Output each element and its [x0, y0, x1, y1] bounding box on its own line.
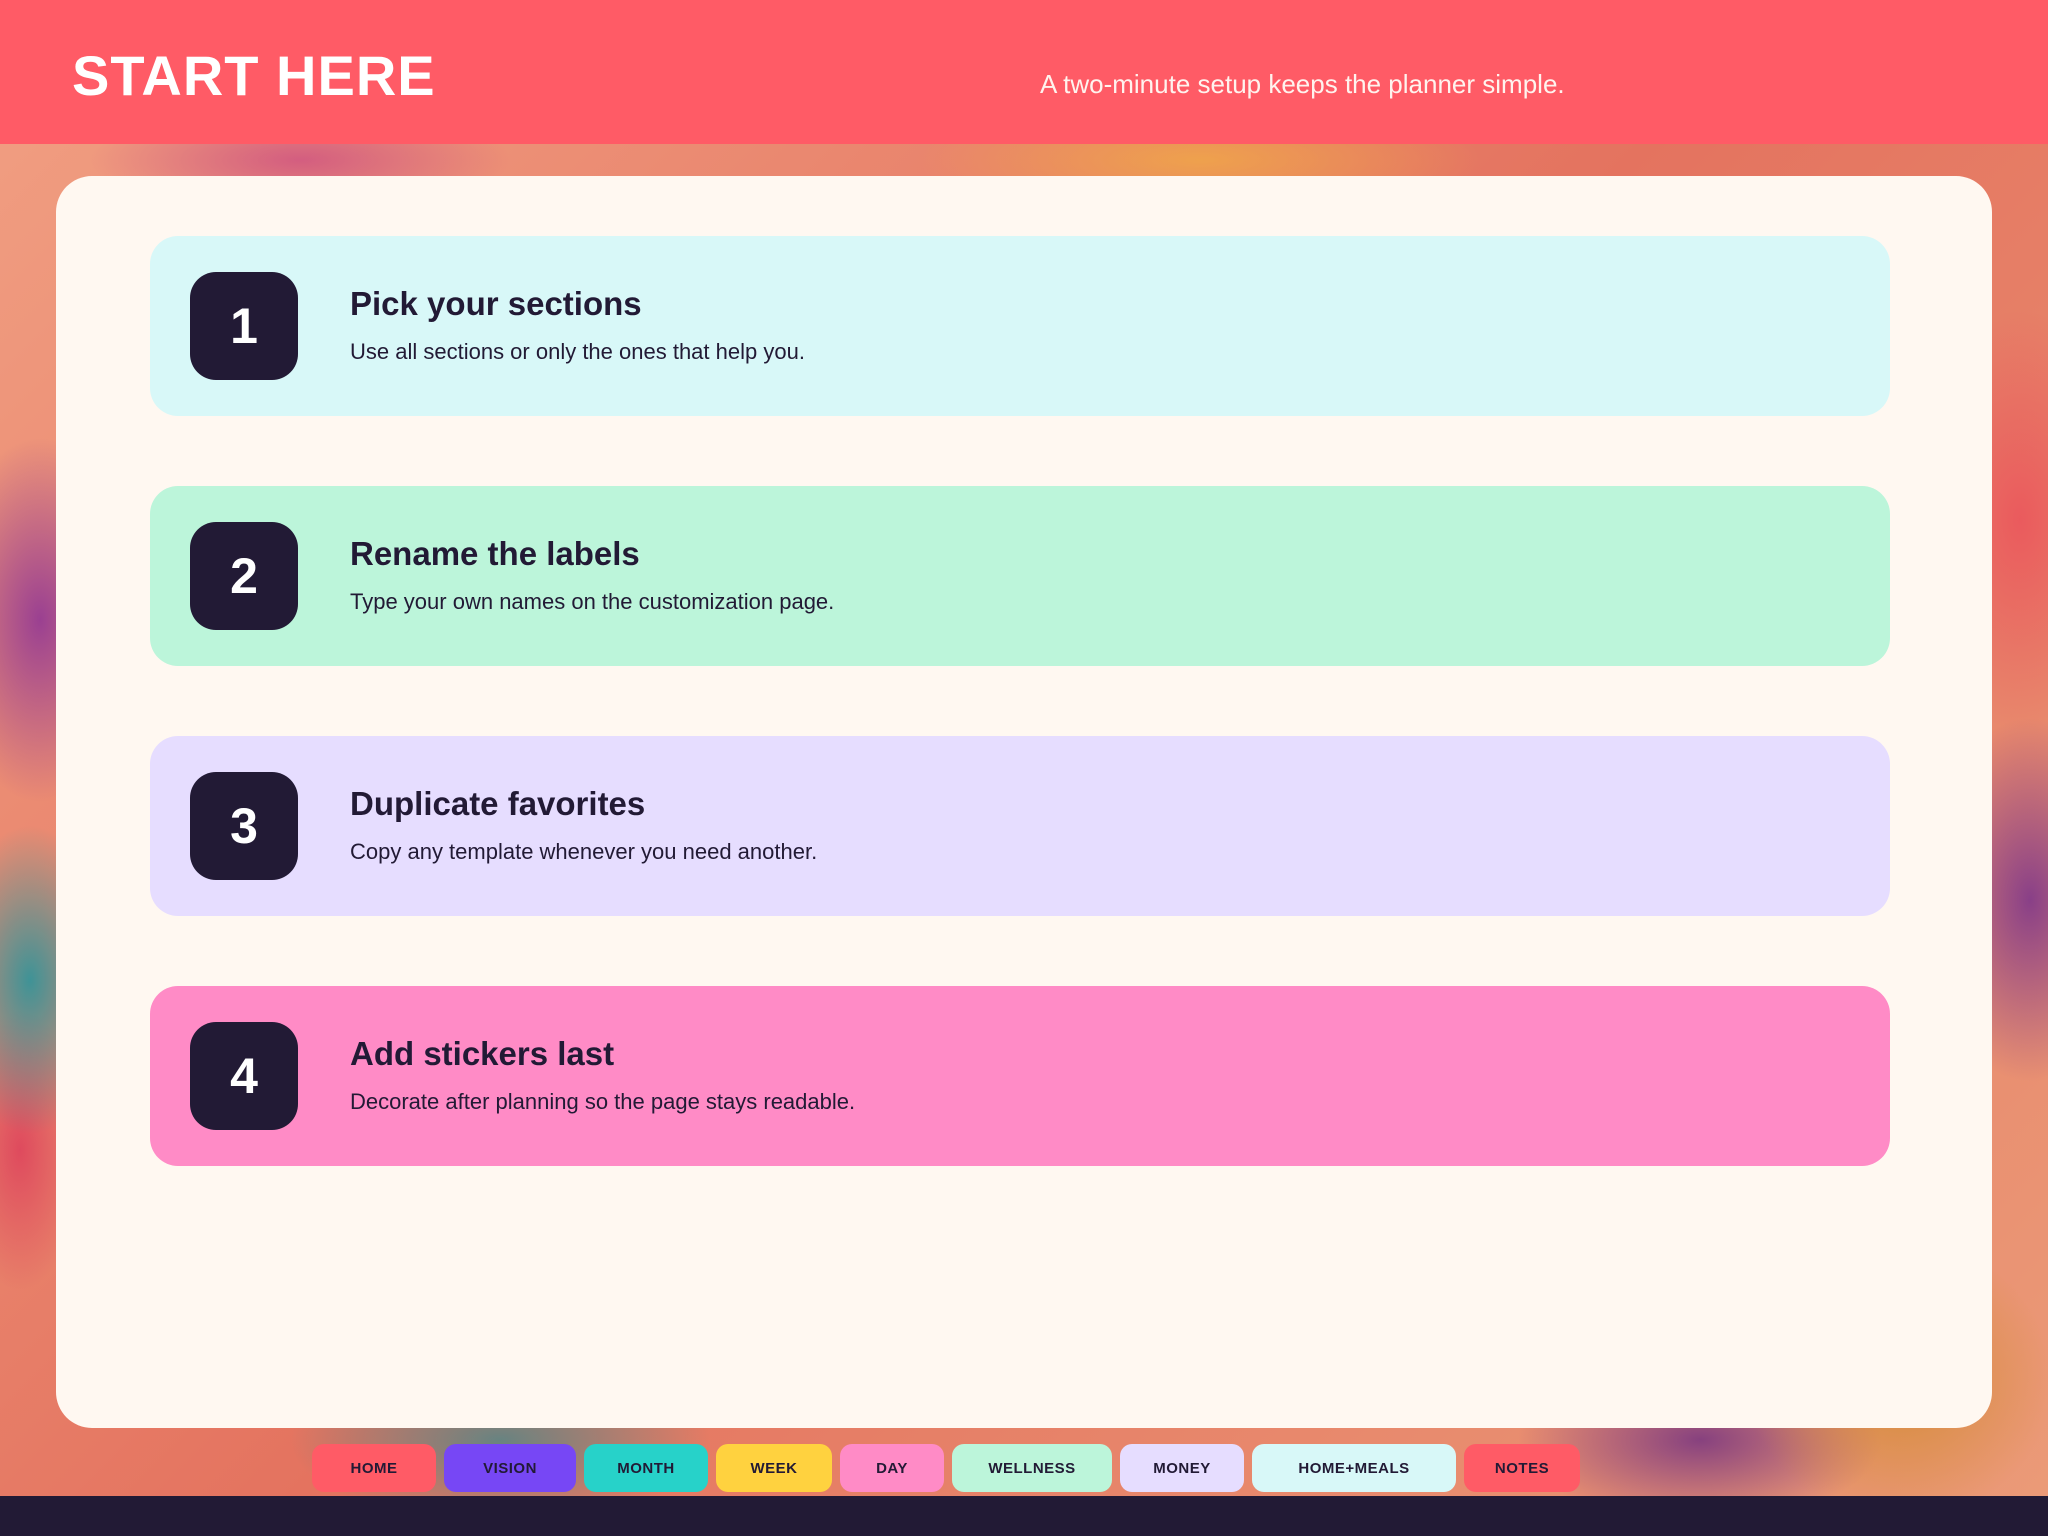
step-card-3: 3 Duplicate favorites Copy any template … [150, 736, 1890, 916]
tab-money[interactable]: MONEY [1120, 1444, 1244, 1492]
step-description: Copy any template whenever you need anot… [350, 839, 818, 864]
page-tagline: A two-minute setup keeps the planner sim… [1040, 69, 1565, 99]
step-number-badge: 3 [190, 772, 298, 880]
step-card-2: 2 Rename the labels Type your own names … [150, 486, 1890, 666]
bottom-bar [0, 1496, 2048, 1536]
section-tab-bar: HOME VISION MONTH WEEK DAY WELLNESS MONE… [312, 1444, 1580, 1492]
tab-home[interactable]: HOME [312, 1444, 436, 1492]
step-title: Add stickers last [350, 1035, 615, 1072]
step-description: Use all sections or only the ones that h… [350, 339, 805, 364]
page-title: START HERE [72, 44, 436, 107]
step-title: Pick your sections [350, 285, 642, 322]
step-card-1: 1 Pick your sections Use all sections or… [150, 236, 1890, 416]
tab-wellness[interactable]: WELLNESS [952, 1444, 1112, 1492]
tab-week[interactable]: WEEK [716, 1444, 832, 1492]
step-number-badge: 1 [190, 272, 298, 380]
step-title: Rename the labels [350, 535, 640, 572]
step-number-badge: 2 [190, 522, 298, 630]
step-description: Type your own names on the customization… [350, 589, 835, 614]
tab-home-meals[interactable]: HOME+MEALS [1252, 1444, 1456, 1492]
tab-notes[interactable]: NOTES [1464, 1444, 1580, 1492]
step-title: Duplicate favorites [350, 785, 646, 822]
tab-vision[interactable]: VISION [444, 1444, 576, 1492]
steps-panel: 1 Pick your sections Use all sections or… [56, 176, 1992, 1428]
step-number-badge: 4 [190, 1022, 298, 1130]
header-bar: START HERE A two-minute setup keeps the … [0, 0, 2048, 144]
step-card-4: 4 Add stickers last Decorate after plann… [150, 986, 1890, 1166]
tab-day[interactable]: DAY [840, 1444, 944, 1492]
step-description: Decorate after planning so the page stay… [350, 1089, 856, 1114]
tab-month[interactable]: MONTH [584, 1444, 708, 1492]
